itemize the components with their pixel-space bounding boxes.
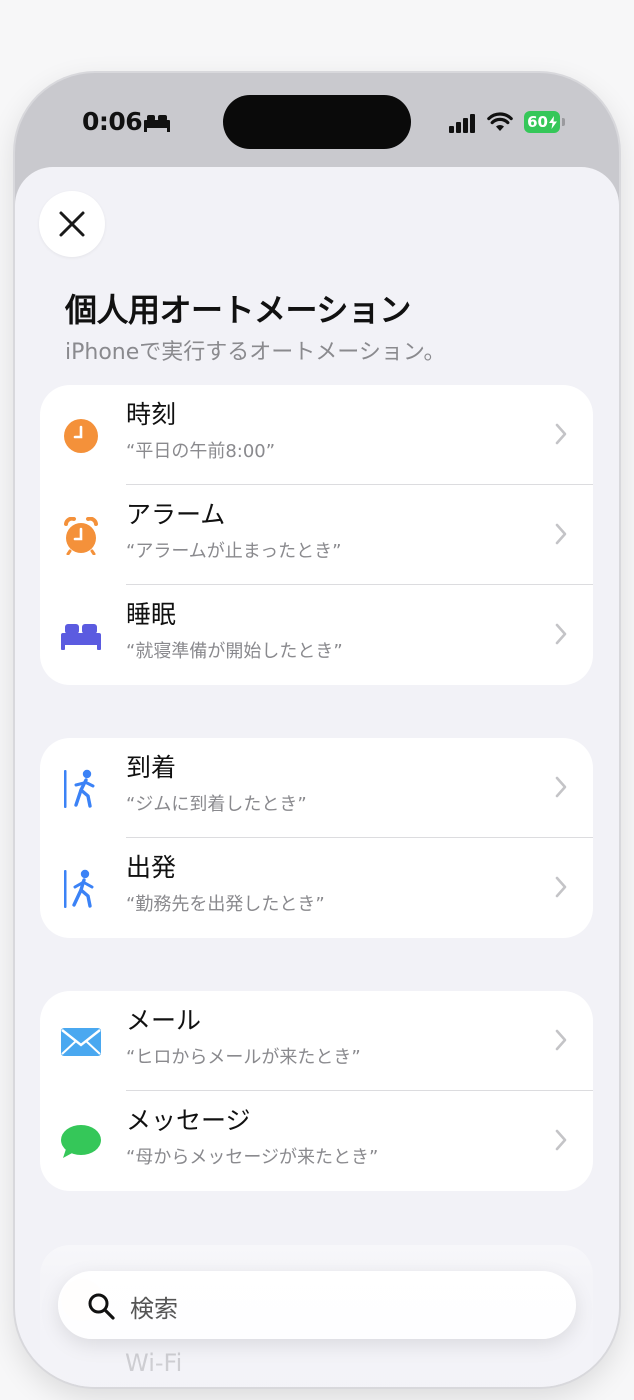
clock-icon	[60, 415, 102, 457]
chevron-right-icon	[555, 1129, 567, 1151]
chevron-right-icon	[555, 1029, 567, 1051]
mail-icon	[60, 1021, 102, 1063]
battery-nub	[562, 118, 565, 126]
trigger-row-alarm[interactable]: アラーム “アラームが止まったとき”	[40, 485, 593, 585]
search-icon	[88, 1293, 115, 1320]
close-icon	[59, 211, 85, 237]
automation-sheet: 個人用オートメーション iPhoneで実行するオートメーション。 時刻 “平日の…	[15, 167, 619, 1387]
bed-icon	[60, 615, 102, 657]
trigger-title: 出発	[126, 853, 177, 882]
chevron-right-icon	[555, 776, 567, 798]
trigger-title: 時刻	[126, 400, 177, 429]
trigger-subtitle: “アラームが止まったとき”	[126, 541, 342, 562]
cellular-signal-icon	[449, 114, 475, 133]
trigger-row-leave[interactable]: 出発 “勤務先を出発したとき”	[40, 838, 593, 938]
chevron-right-icon	[555, 523, 567, 545]
leave-icon	[60, 868, 102, 910]
chevron-right-icon	[555, 423, 567, 445]
battery-level: 60	[527, 113, 548, 131]
time-triggers-group: 時刻 “平日の午前8:00” アラーム “アラームが止まったとき” 睡眠 “就寝…	[40, 385, 593, 685]
page-title: 個人用オートメーション	[65, 291, 411, 329]
status-time: 0:06	[82, 107, 143, 136]
wifi-icon	[487, 112, 513, 131]
chevron-right-icon	[555, 623, 567, 645]
page-subtitle: iPhoneで実行するオートメーション。	[65, 340, 446, 365]
trigger-row-message[interactable]: メッセージ “母からメッセージが来たとき”	[40, 1091, 593, 1191]
trigger-subtitle: “勤務先を出発したとき”	[126, 894, 325, 915]
message-icon	[60, 1121, 102, 1163]
trigger-title: メール	[126, 1006, 202, 1035]
trigger-subtitle: “平日の午前8:00”	[126, 441, 276, 462]
dynamic-island	[223, 95, 411, 149]
alarm-icon	[60, 515, 102, 557]
trigger-subtitle: “ヒロからメールが来たとき”	[126, 1047, 361, 1068]
trigger-subtitle: “ジムに到着したとき”	[126, 794, 307, 815]
phone-frame: 0:06 60 個人用オートメーション iPhoneで実行するオートメーション。…	[15, 73, 619, 1387]
trigger-title: 睡眠	[126, 600, 177, 629]
chevron-right-icon	[555, 876, 567, 898]
sleep-mode-icon	[144, 115, 170, 132]
trigger-title: 到着	[126, 753, 177, 782]
location-triggers-group: 到着 “ジムに到着したとき” 出発 “勤務先を出発したとき”	[40, 738, 593, 938]
trigger-row-time[interactable]: 時刻 “平日の午前8:00”	[40, 385, 593, 485]
communication-triggers-group: メール “ヒロからメールが来たとき” メッセージ “母からメッセージが来たとき”	[40, 991, 593, 1191]
trigger-row-arrive[interactable]: 到着 “ジムに到着したとき”	[40, 738, 593, 838]
charging-bolt-icon	[548, 115, 557, 129]
search-placeholder: 検索	[130, 1295, 178, 1323]
trigger-row-sleep[interactable]: 睡眠 “就寝準備が開始したとき”	[40, 585, 593, 685]
search-bar[interactable]: 検索	[58, 1271, 576, 1339]
partially-hidden-wifi-label: Wi-Fi	[125, 1349, 183, 1377]
battery-indicator: 60	[524, 111, 560, 133]
close-button[interactable]	[39, 191, 105, 257]
arrive-icon	[60, 768, 102, 810]
trigger-title: メッセージ	[126, 1106, 251, 1135]
trigger-subtitle: “就寝準備が開始したとき”	[126, 641, 343, 662]
status-bar: 0:06 60	[15, 73, 619, 168]
trigger-title: アラーム	[126, 500, 226, 529]
trigger-row-mail[interactable]: メール “ヒロからメールが来たとき”	[40, 991, 593, 1091]
trigger-subtitle: “母からメッセージが来たとき”	[126, 1147, 379, 1168]
